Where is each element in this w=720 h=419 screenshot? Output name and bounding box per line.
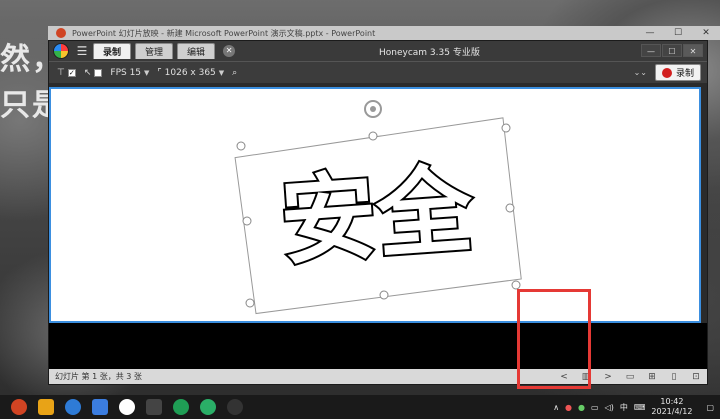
honeycam-taskbar-icon[interactable] xyxy=(227,399,243,415)
volume-icon[interactable]: ◁) xyxy=(605,403,614,412)
resize-handle[interactable] xyxy=(501,123,511,133)
resize-handle[interactable] xyxy=(368,131,378,141)
menu-icon[interactable]: ☰ xyxy=(75,44,89,58)
clock-date: 2021/4/12 xyxy=(651,407,693,416)
slide-counter: 幻灯片 第 1 张，共 3 张 xyxy=(55,372,142,381)
reading-view-icon[interactable]: ▯ xyxy=(663,372,685,382)
clock-time: 10:42 xyxy=(660,397,684,406)
tab-manage[interactable]: 管理 xyxy=(135,43,174,59)
close-tab-icon[interactable]: ✕ xyxy=(223,45,236,57)
honeycam-close-button[interactable]: ✕ xyxy=(683,44,703,57)
slideshow-icon[interactable]: ⊡ xyxy=(685,372,707,382)
keyboard-icon[interactable]: ⌨ xyxy=(634,403,646,412)
maximize-button[interactable]: ☐ xyxy=(664,28,692,38)
tab-edit[interactable]: 编辑 xyxy=(177,43,216,59)
refresh-app-icon[interactable] xyxy=(173,399,189,415)
honeycam-toolbar: ⊤ ✓ ↖ FPS 15 ▼ ⌜ 1026 x 365 ▼ ⌕ xyxy=(49,61,707,83)
next-slide-button[interactable]: > xyxy=(597,372,619,382)
powerpoint-statusbar: 幻灯片 第 1 张，共 3 张 < ▥ > ▭ ⊞ ▯ ⊡ xyxy=(49,369,707,384)
search-icon: ⌕ xyxy=(232,67,238,78)
notification-icon[interactable]: ▢ xyxy=(706,403,714,412)
rotate-handle-icon[interactable] xyxy=(364,100,382,118)
browser-icon[interactable] xyxy=(65,399,81,415)
resize-handle[interactable] xyxy=(505,203,515,213)
size-dropdown[interactable]: ⌜ 1026 x 365 ▼ xyxy=(157,68,224,78)
resize-icon: ⌜ xyxy=(157,67,162,78)
resize-handle[interactable] xyxy=(511,280,521,290)
davinci-icon[interactable] xyxy=(119,399,135,415)
cursor-checkbox[interactable] xyxy=(94,68,103,77)
pin-checkbox[interactable]: ✓ xyxy=(67,68,76,77)
honeycam-maximize-button[interactable]: ☐ xyxy=(662,44,682,57)
slide-canvas: 安全 xyxy=(234,100,522,315)
fps-dropdown[interactable]: FPS 15 ▼ xyxy=(110,68,149,78)
cursor-app-icon[interactable] xyxy=(146,399,162,415)
expand-icon[interactable]: ⌄⌄ xyxy=(634,68,647,77)
app-tray-icon[interactable]: ● xyxy=(565,403,572,412)
resize-handle[interactable] xyxy=(379,290,389,300)
size-label: 1026 x 365 xyxy=(164,67,216,78)
powerpoint-titlebar: PowerPoint 幻灯片放映 - 新建 Microsoft PowerPoi… xyxy=(48,26,720,40)
tray-app-icon[interactable]: ● xyxy=(578,403,585,412)
slide-text[interactable]: 安全 xyxy=(275,151,479,280)
capture-area[interactable]: 安全 xyxy=(49,87,701,323)
chevron-up-icon[interactable]: ∧ xyxy=(553,403,559,412)
slide-sorter-icon[interactable]: ⊞ xyxy=(641,372,663,382)
network-icon[interactable]: ▭ xyxy=(591,403,599,412)
tab-record[interactable]: 录制 xyxy=(93,43,132,59)
input-language[interactable]: 中 xyxy=(620,402,628,413)
record-dot-icon xyxy=(661,67,672,78)
fps-label: FPS 15 xyxy=(110,67,142,78)
folder-icon[interactable] xyxy=(38,399,54,415)
minimize-button[interactable]: — xyxy=(636,28,664,38)
honeycam-minimize-button[interactable]: — xyxy=(641,44,661,57)
clock[interactable]: 10:42 2021/4/12 xyxy=(651,397,692,417)
cursor-icon: ↖ xyxy=(83,67,92,78)
highlight-box xyxy=(517,289,591,389)
close-button[interactable]: ✕ xyxy=(692,28,720,38)
slide-black-area xyxy=(49,323,707,371)
normal-view-icon[interactable]: ▭ xyxy=(619,372,641,382)
resize-handle[interactable] xyxy=(236,141,246,151)
honeycam-window: ☰ 录制 管理 编辑 ✕ Honeycam 3.35 专业版 — ☐ ✕ ⊤ ✓… xyxy=(48,40,708,385)
record-label: 录制 xyxy=(675,69,694,79)
system-tray: ∧ ● ● ▭ ◁) 中 ⌨ 10:42 2021/4/12 ▢ xyxy=(553,395,720,419)
powerpoint-window-title: PowerPoint 幻灯片放映 - 新建 Microsoft PowerPoi… xyxy=(72,28,376,38)
powerpoint-logo-icon xyxy=(56,28,66,38)
feishu-icon[interactable] xyxy=(92,399,108,415)
pin-toggle[interactable]: ⊤ ✓ xyxy=(57,68,76,78)
record-button[interactable]: 录制 xyxy=(654,64,701,81)
chevron-down-icon: ▼ xyxy=(144,68,150,77)
honeycam-titlebar: ☰ 录制 管理 编辑 ✕ Honeycam 3.35 专业版 — ☐ ✕ xyxy=(49,41,707,61)
wechat-icon[interactable] xyxy=(200,399,216,415)
zoom-button[interactable]: ⌕ xyxy=(232,68,237,78)
taskbar: ∧ ● ● ▭ ◁) 中 ⌨ 10:42 2021/4/12 ▢ xyxy=(0,395,720,419)
cursor-toggle[interactable]: ↖ xyxy=(84,68,103,78)
chevron-down-icon: ▼ xyxy=(218,68,225,77)
pin-icon: ⊤ xyxy=(57,67,65,78)
resize-handle[interactable] xyxy=(245,298,255,308)
honeycam-title: Honeycam 3.35 专业版 xyxy=(379,48,480,58)
resize-handle[interactable] xyxy=(242,216,252,226)
powerpoint-taskbar-icon[interactable] xyxy=(11,399,27,415)
honeycam-logo-icon[interactable] xyxy=(53,43,69,59)
